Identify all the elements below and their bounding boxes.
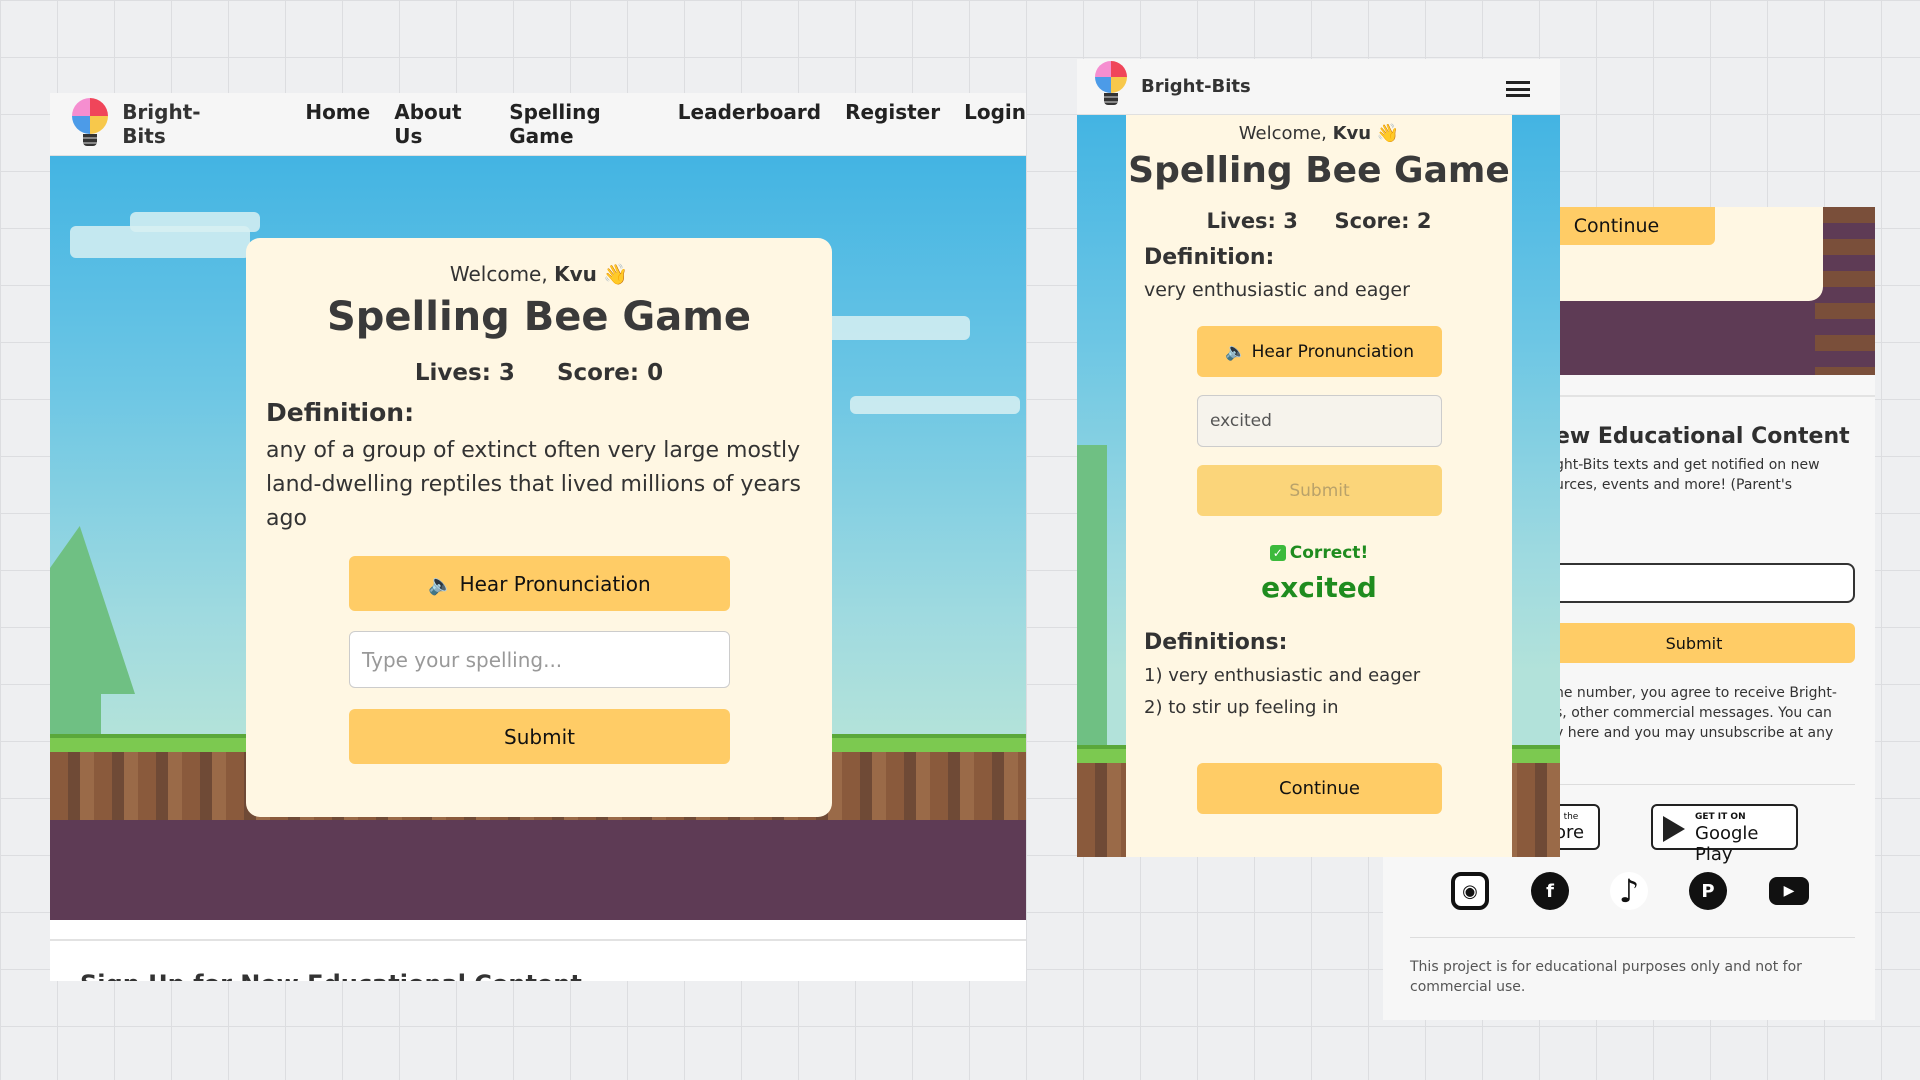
nav-login[interactable]: Login bbox=[964, 100, 1026, 148]
hamburger-menu-icon[interactable] bbox=[1506, 81, 1530, 97]
definition-item-2: 2) to stir up feeling in bbox=[1144, 697, 1339, 718]
nav-spelling-game[interactable]: Spelling Game bbox=[509, 100, 654, 148]
desktop-view: Bright-Bits Home About Us Spelling Game … bbox=[50, 93, 1026, 981]
game-stats-mobile: Lives: 3 Score: 2 bbox=[1126, 209, 1512, 233]
definition-heading: Definition: bbox=[266, 398, 415, 427]
score-counter-mobile: Score: 2 bbox=[1334, 209, 1432, 233]
score-counter: Score: 0 bbox=[556, 360, 664, 386]
mobile-view: Bright-Bits Welcome, Kvu 👋 Spelling Bee … bbox=[1077, 59, 1560, 857]
game-card: Welcome, Kvu 👋 Spelling Bee Game Lives: … bbox=[246, 238, 832, 817]
checkmark-icon: ✓ bbox=[1269, 545, 1286, 561]
instagram-icon[interactable]: ◉ bbox=[1451, 872, 1489, 910]
lives-counter-mobile: Lives: 3 bbox=[1206, 209, 1298, 233]
game-card-mobile: Welcome, Kvu 👋 Spelling Bee Game Lives: … bbox=[1126, 115, 1512, 857]
nav-register[interactable]: Register bbox=[845, 100, 940, 148]
brand-name[interactable]: Bright-Bits bbox=[122, 100, 239, 148]
facebook-icon[interactable]: f bbox=[1531, 872, 1569, 910]
terms-text-1: ne number, you agree to receive Bright- bbox=[1555, 685, 1837, 701]
pinterest-icon[interactable]: P bbox=[1689, 872, 1727, 910]
definitions-heading: Definitions: bbox=[1144, 630, 1288, 655]
hear-pronunciation-button-mobile[interactable]: 🔈 Hear Pronunciation bbox=[1197, 326, 1442, 377]
brand-logo-mobile[interactable] bbox=[1091, 59, 1131, 115]
welcome-message: Welcome, Kvu 👋 bbox=[449, 262, 629, 286]
game-title: Spelling Bee Game bbox=[326, 294, 752, 340]
desktop-navbar: Bright-Bits Home About Us Spelling Game … bbox=[50, 93, 1026, 156]
newsletter-description-2: urces, events and more! (Parent's bbox=[1555, 477, 1792, 493]
phone-input[interactable] bbox=[1533, 563, 1855, 603]
submit-button[interactable]: Submit bbox=[349, 709, 730, 764]
game-stats: Lives: 3 Score: 0 bbox=[246, 360, 832, 386]
definition-item-1: 1) very enthusiastic and eager bbox=[1144, 665, 1421, 686]
nav-home[interactable]: Home bbox=[305, 100, 370, 148]
submit-button-mobile[interactable]: Submit bbox=[1197, 465, 1442, 516]
nav-leaderboard[interactable]: Leaderboard bbox=[678, 100, 821, 148]
hear-pronunciation-button[interactable]: 🔈 Hear Pronunciation bbox=[349, 556, 730, 611]
newsletter-description-1: ght-Bits texts and get notified on new bbox=[1555, 457, 1820, 473]
newsletter-submit-button[interactable]: Submit bbox=[1533, 623, 1855, 663]
terms-text-2: s, other commercial messages. You can bbox=[1555, 705, 1832, 721]
disclaimer-text: This project is for educational purposes… bbox=[1410, 959, 1802, 995]
definition-text-mobile: very enthusiastic and eager bbox=[1144, 279, 1410, 301]
lives-counter: Lives: 3 bbox=[414, 360, 515, 386]
google-play-badge[interactable]: GET IT ON Google Play bbox=[1651, 804, 1798, 865]
spelling-input[interactable]: Type your spelling... bbox=[349, 631, 730, 688]
tiktok-icon[interactable]: ♪ bbox=[1610, 872, 1648, 910]
correct-word: excited bbox=[1261, 571, 1377, 604]
continue-button-mobile[interactable]: Continue bbox=[1197, 763, 1442, 814]
brand-logo[interactable] bbox=[68, 96, 112, 152]
definition-text: any of a group of extinct often very lar… bbox=[266, 438, 801, 531]
newsletter-heading: ew Educational Content bbox=[1555, 424, 1850, 449]
game-title-mobile: Spelling Bee Game bbox=[1128, 150, 1510, 191]
nav-about-us[interactable]: About Us bbox=[394, 100, 485, 148]
terms-text-3: y here and you may unsubscribe at any bbox=[1555, 725, 1834, 741]
mobile-navbar: Bright-Bits bbox=[1077, 59, 1560, 115]
correct-feedback: ✓ Correct! bbox=[1126, 543, 1512, 563]
definition-heading-mobile: Definition: bbox=[1144, 245, 1275, 270]
brand-name-mobile[interactable]: Bright-Bits bbox=[1141, 76, 1251, 97]
signup-heading: Sign Up for New Educational Content bbox=[80, 970, 582, 981]
play-icon bbox=[1663, 816, 1685, 842]
welcome-message-mobile: Welcome, Kvu 👋 bbox=[1238, 123, 1400, 144]
spelling-input-mobile[interactable]: excited bbox=[1197, 395, 1442, 447]
youtube-icon[interactable]: ▶ bbox=[1769, 877, 1809, 905]
